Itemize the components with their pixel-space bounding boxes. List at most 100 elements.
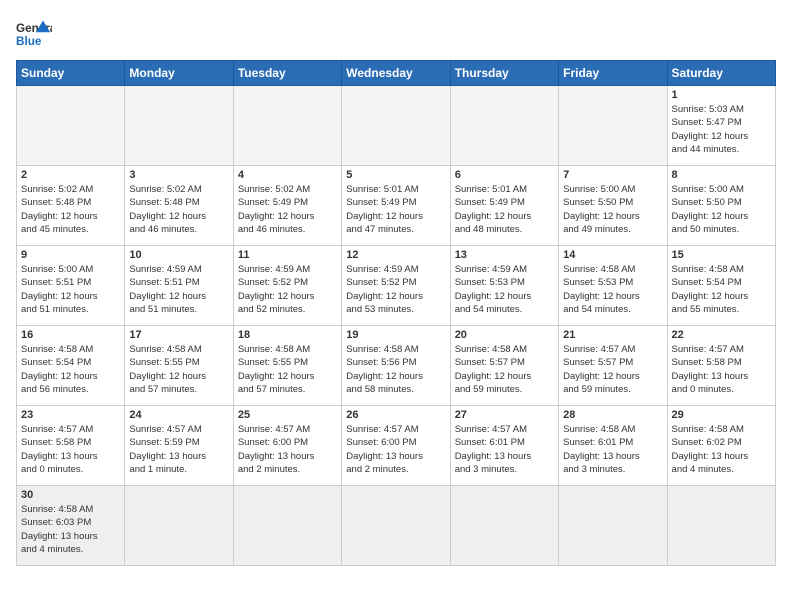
day-number: 29 (672, 409, 771, 421)
calendar-day-14: 14 Sunrise: 4:58 AM Sunset: 5:53 PM Dayli… (559, 246, 667, 326)
day-info: Sunrise: 4:58 AM Sunset: 5:53 PM Dayligh… (563, 263, 662, 316)
calendar-day-10: 10Sunrise: 4:59 AM Sunset: 5:51 PM Dayli… (125, 246, 233, 326)
calendar-body: 1 Sunrise: 5:03 AM Sunset: 5:47 PM Daylig… (17, 86, 776, 566)
day-info: Sunrise: 5:00 AM Sunset: 5:50 PM Dayligh… (672, 183, 771, 236)
day-number: 20 (455, 329, 554, 341)
weekday-friday: Friday (559, 61, 667, 86)
day-number: 30 (21, 489, 120, 501)
day-number: 9 (21, 249, 120, 261)
day-info: Sunrise: 4:58 AM Sunset: 5:55 PM Dayligh… (238, 343, 337, 396)
day-number: 3 (129, 169, 228, 181)
calendar-day-13: 13Sunrise: 4:59 AM Sunset: 5:53 PM Dayli… (450, 246, 558, 326)
day-info: Sunrise: 5:02 AM Sunset: 5:48 PM Dayligh… (129, 183, 228, 236)
calendar-day-26: 26Sunrise: 4:57 AM Sunset: 6:00 PM Dayli… (342, 406, 450, 486)
calendar-day-7: 7Sunrise: 5:00 AM Sunset: 5:50 PM Daylig… (559, 166, 667, 246)
day-info: Sunrise: 4:58 AM Sunset: 5:54 PM Dayligh… (21, 343, 120, 396)
day-number: 10 (129, 249, 228, 261)
calendar-day-19: 19Sunrise: 4:58 AM Sunset: 5:56 PM Dayli… (342, 326, 450, 406)
day-number: 2 (21, 169, 120, 181)
day-info: Sunrise: 4:57 AM Sunset: 5:57 PM Dayligh… (563, 343, 662, 396)
day-info: Sunrise: 4:59 AM Sunset: 5:52 PM Dayligh… (238, 263, 337, 316)
day-info: Sunrise: 4:58 AM Sunset: 5:55 PM Dayligh… (129, 343, 228, 396)
day-info: Sunrise: 5:01 AM Sunset: 5:49 PM Dayligh… (346, 183, 445, 236)
calendar-day-21: 21Sunrise: 4:57 AM Sunset: 5:57 PM Dayli… (559, 326, 667, 406)
day-info: Sunrise: 5:00 AM Sunset: 5:50 PM Dayligh… (563, 183, 662, 236)
day-info: Sunrise: 4:57 AM Sunset: 5:58 PM Dayligh… (21, 423, 120, 476)
day-info: Sunrise: 4:58 AM Sunset: 6:02 PM Dayligh… (672, 423, 771, 476)
calendar-day-30: 30 Sunrise: 4:58 AM Sunset: 6:03 PM Dayli… (17, 486, 125, 566)
day-number: 6 (455, 169, 554, 181)
calendar-day-6: 6 Sunrise: 5:01 AM Sunset: 5:49 PM Daylig… (450, 166, 558, 246)
calendar-day-empty (559, 486, 667, 566)
day-info: Sunrise: 4:57 AM Sunset: 6:00 PM Dayligh… (346, 423, 445, 476)
page-header: General Blue (16, 16, 776, 52)
weekday-thursday: Thursday (450, 61, 558, 86)
calendar-day-empty (125, 486, 233, 566)
day-number: 12 (346, 249, 445, 261)
day-number: 14 (563, 249, 662, 261)
weekday-header-row: SundayMondayTuesdayWednesdayThursdayFrid… (17, 61, 776, 86)
day-info: Sunrise: 4:58 AM Sunset: 5:57 PM Dayligh… (455, 343, 554, 396)
calendar-day-4: 4Sunrise: 5:02 AM Sunset: 5:49 PM Daylig… (233, 166, 341, 246)
day-number: 24 (129, 409, 228, 421)
day-number: 25 (238, 409, 337, 421)
calendar-day-27: 27 Sunrise: 4:57 AM Sunset: 6:01 PM Dayli… (450, 406, 558, 486)
day-info: Sunrise: 4:57 AM Sunset: 6:01 PM Dayligh… (455, 423, 554, 476)
calendar-day-3: 3 Sunrise: 5:02 AM Sunset: 5:48 PM Daylig… (125, 166, 233, 246)
weekday-saturday: Saturday (667, 61, 775, 86)
calendar-day-empty (450, 86, 558, 166)
svg-text:Blue: Blue (16, 35, 42, 48)
calendar-day-empty (559, 86, 667, 166)
calendar-day-empty (233, 86, 341, 166)
calendar-week-3: 16 Sunrise: 4:58 AM Sunset: 5:54 PM Dayli… (17, 326, 776, 406)
calendar-day-12: 12 Sunrise: 4:59 AM Sunset: 5:52 PM Dayli… (342, 246, 450, 326)
day-number: 16 (21, 329, 120, 341)
day-info: Sunrise: 4:57 AM Sunset: 6:00 PM Dayligh… (238, 423, 337, 476)
calendar-day-29: 29 Sunrise: 4:58 AM Sunset: 6:02 PM Dayli… (667, 406, 775, 486)
calendar-table: SundayMondayTuesdayWednesdayThursdayFrid… (16, 60, 776, 566)
calendar-week-5: 30 Sunrise: 4:58 AM Sunset: 6:03 PM Dayli… (17, 486, 776, 566)
day-info: Sunrise: 4:58 AM Sunset: 6:01 PM Dayligh… (563, 423, 662, 476)
day-info: Sunrise: 4:57 AM Sunset: 5:59 PM Dayligh… (129, 423, 228, 476)
day-number: 28 (563, 409, 662, 421)
day-number: 5 (346, 169, 445, 181)
day-info: Sunrise: 4:58 AM Sunset: 6:03 PM Dayligh… (21, 503, 120, 556)
calendar-day-16: 16 Sunrise: 4:58 AM Sunset: 5:54 PM Dayli… (17, 326, 125, 406)
calendar-day-8: 8 Sunrise: 5:00 AM Sunset: 5:50 PM Daylig… (667, 166, 775, 246)
calendar-day-5: 5 Sunrise: 5:01 AM Sunset: 5:49 PM Daylig… (342, 166, 450, 246)
day-info: Sunrise: 5:03 AM Sunset: 5:47 PM Dayligh… (672, 103, 771, 156)
weekday-wednesday: Wednesday (342, 61, 450, 86)
weekday-sunday: Sunday (17, 61, 125, 86)
day-number: 18 (238, 329, 337, 341)
day-number: 15 (672, 249, 771, 261)
day-number: 13 (455, 249, 554, 261)
calendar-day-empty (233, 486, 341, 566)
day-number: 1 (672, 89, 771, 101)
day-number: 19 (346, 329, 445, 341)
calendar-day-empty (125, 86, 233, 166)
logo-icon: General Blue (16, 16, 52, 52)
day-info: Sunrise: 4:59 AM Sunset: 5:52 PM Dayligh… (346, 263, 445, 316)
day-info: Sunrise: 5:01 AM Sunset: 5:49 PM Dayligh… (455, 183, 554, 236)
calendar-day-2: 2 Sunrise: 5:02 AM Sunset: 5:48 PM Daylig… (17, 166, 125, 246)
calendar-week-4: 23Sunrise: 4:57 AM Sunset: 5:58 PM Dayli… (17, 406, 776, 486)
calendar-day-empty (342, 486, 450, 566)
day-info: Sunrise: 5:02 AM Sunset: 5:49 PM Dayligh… (238, 183, 337, 236)
calendar-day-9: 9 Sunrise: 5:00 AM Sunset: 5:51 PM Daylig… (17, 246, 125, 326)
calendar-week-2: 9 Sunrise: 5:00 AM Sunset: 5:51 PM Daylig… (17, 246, 776, 326)
calendar-day-23: 23Sunrise: 4:57 AM Sunset: 5:58 PM Dayli… (17, 406, 125, 486)
calendar-day-empty (17, 86, 125, 166)
day-info: Sunrise: 5:02 AM Sunset: 5:48 PM Dayligh… (21, 183, 120, 236)
day-info: Sunrise: 4:57 AM Sunset: 5:58 PM Dayligh… (672, 343, 771, 396)
day-number: 8 (672, 169, 771, 181)
weekday-tuesday: Tuesday (233, 61, 341, 86)
calendar-day-15: 15Sunrise: 4:58 AM Sunset: 5:54 PM Dayli… (667, 246, 775, 326)
calendar-day-1: 1 Sunrise: 5:03 AM Sunset: 5:47 PM Daylig… (667, 86, 775, 166)
day-info: Sunrise: 5:00 AM Sunset: 5:51 PM Dayligh… (21, 263, 120, 316)
calendar-day-empty (667, 486, 775, 566)
calendar-day-25: 25 Sunrise: 4:57 AM Sunset: 6:00 PM Dayli… (233, 406, 341, 486)
day-number: 27 (455, 409, 554, 421)
calendar-day-24: 24 Sunrise: 4:57 AM Sunset: 5:59 PM Dayli… (125, 406, 233, 486)
calendar-week-1: 2 Sunrise: 5:02 AM Sunset: 5:48 PM Daylig… (17, 166, 776, 246)
calendar-day-11: 11Sunrise: 4:59 AM Sunset: 5:52 PM Dayli… (233, 246, 341, 326)
